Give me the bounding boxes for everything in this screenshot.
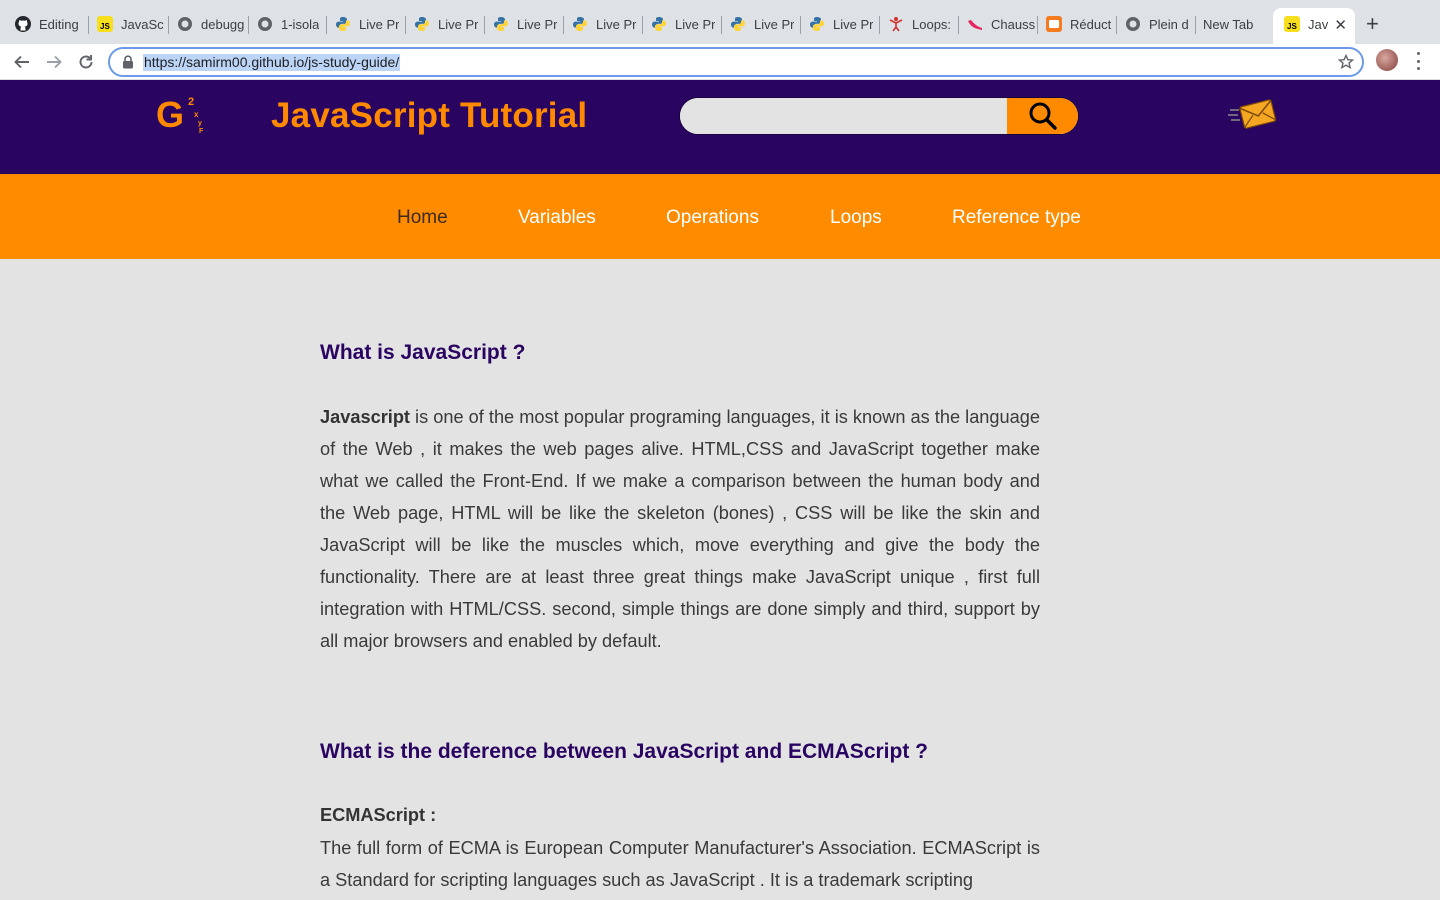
- section-title-what-is-js: What is JavaScript ?: [320, 341, 526, 364]
- tab-label: Plein d: [1149, 16, 1189, 32]
- browser-tab[interactable]: Live Pr: [719, 8, 799, 40]
- browser-tab[interactable]: Live Pr: [798, 8, 878, 40]
- lock-icon: [123, 55, 133, 69]
- js-icon: JS: [97, 16, 113, 32]
- section-title-js-vs-ecma: What is the deference between JavaScript…: [320, 740, 928, 763]
- browser-toolbar: https://samirm00.github.io/js-study-guid…: [0, 44, 1440, 80]
- nav-operations[interactable]: Operations: [666, 207, 759, 229]
- tab-label: Live Pr: [675, 16, 716, 32]
- reload-button[interactable]: [74, 50, 98, 74]
- profile-avatar[interactable]: [1376, 49, 1398, 71]
- back-arrow-icon: [14, 55, 29, 69]
- tab-label: debugg: [201, 16, 245, 32]
- ecma-paragraph: The full form of ECMA is European Comput…: [320, 838, 1040, 890]
- browser-tab[interactable]: 1-isola: [246, 8, 326, 40]
- js-icon: JS: [1284, 16, 1300, 32]
- tab-label: Chauss: [991, 16, 1036, 32]
- nav-reference-type[interactable]: Reference type: [952, 207, 1081, 229]
- globe-icon: [257, 16, 273, 32]
- nav-variables[interactable]: Variables: [518, 207, 596, 229]
- python-icon: [572, 16, 588, 32]
- back-button[interactable]: [10, 50, 34, 74]
- forward-arrow-icon: [47, 55, 62, 69]
- python-icon: [730, 16, 746, 32]
- browser-tab[interactable]: Chauss: [956, 8, 1036, 40]
- python-icon: [335, 16, 351, 32]
- site-title: JavaScript Tutorial: [271, 96, 588, 135]
- search-input[interactable]: [680, 98, 1008, 134]
- tab-label: New Tab: [1203, 16, 1254, 32]
- globe-icon: [1125, 16, 1141, 32]
- url-text[interactable]: https://samirm00.github.io/js-study-guid…: [143, 54, 401, 71]
- lead-term: Javascript: [320, 407, 410, 427]
- orange-square-icon: [1046, 16, 1062, 32]
- tab-label: Loops:: [912, 16, 952, 32]
- forward-button[interactable]: [42, 50, 66, 74]
- close-icon[interactable]: ✕: [1334, 16, 1347, 34]
- browser-tab[interactable]: Editing: [4, 8, 84, 40]
- search-icon: [1029, 102, 1057, 130]
- mail-icon[interactable]: [1228, 97, 1280, 133]
- tab-label: Jav: [1308, 16, 1329, 32]
- tab-label: Réduct: [1070, 16, 1112, 32]
- tab-label: JavaSc: [121, 16, 164, 32]
- browser-tab[interactable]: debugg: [166, 8, 246, 40]
- svg-text:G: G: [156, 94, 184, 135]
- svg-text:x: x: [194, 110, 199, 119]
- python-icon: [651, 16, 667, 32]
- browser-tab[interactable]: Live Pr: [324, 8, 404, 40]
- browser-tab[interactable]: Live Pr: [561, 8, 641, 40]
- tab-label: Live Pr: [438, 16, 479, 32]
- browser-tab[interactable]: Live Pr: [482, 8, 562, 40]
- tab-label: Live Pr: [517, 16, 558, 32]
- tab-label: Live Pr: [596, 16, 637, 32]
- browser-tab[interactable]: New Tab: [1192, 8, 1272, 40]
- svg-text:JS: JS: [1287, 22, 1297, 31]
- ecma-heading: ECMAScript :: [320, 805, 437, 825]
- bookmark-star-icon[interactable]: [1338, 54, 1354, 70]
- paragraph-body: is one of the most popular programing la…: [320, 407, 1040, 651]
- globe-icon: [177, 16, 193, 32]
- new-tab-button[interactable]: +: [1366, 13, 1379, 35]
- tab-label: Live Pr: [754, 16, 795, 32]
- site-logo[interactable]: G 2 x y F: [156, 93, 208, 135]
- tab-label: Live Pr: [359, 16, 400, 32]
- browser-tab[interactable]: Loops:: [877, 8, 957, 40]
- menu-kebab-icon[interactable]: [1412, 50, 1424, 72]
- browser-tab[interactable]: JS JavaSc: [86, 8, 166, 40]
- browser-tab[interactable]: Plein d: [1114, 8, 1194, 40]
- github-icon: [15, 16, 31, 32]
- figure-icon: [888, 16, 904, 32]
- browser-tab-active[interactable]: JS Jav ✕: [1273, 8, 1355, 44]
- shoe-icon: [967, 16, 983, 32]
- tab-label: 1-isola: [281, 16, 320, 32]
- browser-tab[interactable]: Live Pr: [403, 8, 483, 40]
- tab-strip: Editing JS JavaSc debugg 1-isola Live Pr…: [0, 0, 1440, 44]
- python-icon: [414, 16, 430, 32]
- python-icon: [809, 16, 825, 32]
- tab-label: Editing: [39, 16, 79, 32]
- reload-icon: [79, 55, 93, 69]
- search-bar: [679, 97, 1079, 135]
- svg-text:y: y: [198, 120, 202, 127]
- search-button[interactable]: [1007, 98, 1078, 134]
- section-paragraph-js-intro: Javascript is one of the most popular pr…: [320, 401, 1040, 657]
- python-icon: [493, 16, 509, 32]
- nav-home[interactable]: Home: [397, 207, 448, 229]
- svg-text:2: 2: [188, 96, 194, 108]
- svg-text:JS: JS: [100, 22, 110, 31]
- nav-loops[interactable]: Loops: [830, 207, 882, 229]
- address-bar[interactable]: https://samirm00.github.io/js-study-guid…: [108, 47, 1364, 77]
- svg-text:F: F: [199, 128, 204, 135]
- browser-tab[interactable]: Réduct: [1035, 8, 1115, 40]
- tab-label: Live Pr: [833, 16, 874, 32]
- browser-tab[interactable]: Live Pr: [640, 8, 720, 40]
